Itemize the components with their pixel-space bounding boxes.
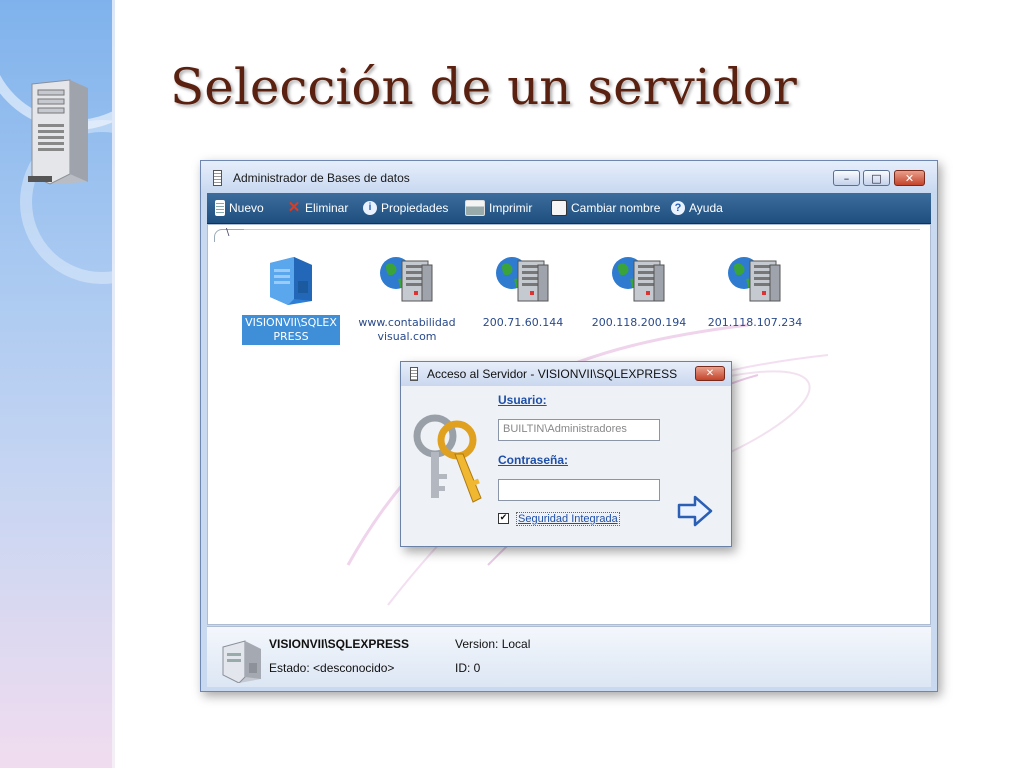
close-button[interactable]: ✕	[894, 170, 925, 186]
print-icon	[465, 200, 485, 216]
properties-icon: i	[363, 201, 377, 215]
network-server-icon	[496, 257, 549, 302]
server-label-line2: visual.com	[377, 330, 437, 343]
toolbar-help-button[interactable]: ? Ayuda	[671, 199, 723, 217]
server-label-line2: PRESS	[273, 330, 309, 343]
app-icon	[213, 170, 222, 186]
status-server-name: VISIONVII\SQLEXPRESS	[269, 637, 410, 651]
server-tower-icon	[28, 79, 88, 185]
keys-icon	[413, 414, 482, 503]
toolbar-label: Eliminar	[305, 201, 349, 215]
dialog-app-icon	[410, 367, 418, 381]
username-label: Usuario:	[498, 393, 547, 407]
local-server-icon	[270, 257, 312, 305]
integrated-security-checkbox[interactable]: ✔	[498, 513, 509, 524]
maximize-button[interactable]: □	[863, 170, 890, 186]
window-title: Administrador de Bases de datos	[233, 171, 410, 185]
selected-server-icon	[222, 640, 261, 683]
toolbar: Nuevo ✕ Eliminar i Propiedades Imprimir …	[207, 193, 931, 224]
server-item-201-118-107-234[interactable]: 201.118.107.234	[696, 253, 814, 331]
server-label: 200.118.200.194	[589, 315, 689, 331]
server-label: 200.71.60.144	[480, 315, 566, 331]
toolbar-new-button[interactable]: Nuevo	[215, 199, 264, 217]
new-db-icon	[215, 200, 225, 216]
network-server-icon	[612, 257, 665, 302]
server-item-contabilidad[interactable]: www.contabilidad visual.com	[348, 253, 466, 345]
username-field[interactable]: BUILTIN\Administradores	[498, 419, 660, 441]
toolbar-rename-button[interactable]: Cambiar nombre	[551, 199, 660, 217]
password-field[interactable]	[498, 479, 660, 501]
rename-icon	[551, 200, 567, 216]
minimize-button[interactable]: –	[833, 170, 860, 186]
server-label-line1: 201.118.107.234	[707, 316, 803, 329]
toolbar-label: Cambiar nombre	[571, 201, 661, 215]
server-label-line1: 200.118.200.194	[591, 316, 687, 329]
integrated-security-label[interactable]: Seguridad Integrada	[516, 512, 620, 526]
server-label-line1: 200.71.60.144	[482, 316, 564, 329]
slide-divider	[112, 0, 115, 768]
dialog-title: Acceso al Servidor - VISIONVII\SQLEXPRES…	[427, 367, 678, 381]
slide-title: Selección de un servidor	[170, 58, 797, 116]
password-label: Contraseña:	[498, 453, 569, 467]
server-item-visionvii-sqlexpress[interactable]: VISIONVII\SQLEX PRESS	[232, 253, 350, 345]
delete-icon: ✕	[287, 199, 301, 216]
server-label-line1: www.contabilidad	[358, 316, 456, 329]
window-titlebar[interactable]: Administrador de Bases de datos – □ ✕	[201, 161, 937, 193]
status-state: Estado: <desconocido>	[269, 661, 395, 675]
toolbar-print-button[interactable]: Imprimir	[465, 199, 532, 217]
help-icon: ?	[671, 201, 685, 215]
server-label: 201.118.107.234	[705, 315, 805, 331]
server-access-dialog: Acceso al Servidor - VISIONVII\SQLEXPRES…	[400, 361, 732, 547]
dialog-close-button[interactable]: ✕	[695, 366, 725, 381]
breadcrumb-divider	[244, 229, 920, 230]
server-label-line1: VISIONVII\SQLEX	[245, 316, 337, 329]
breadcrumb[interactable]: \	[226, 227, 229, 238]
toolbar-properties-button[interactable]: i Propiedades	[363, 199, 448, 217]
toolbar-label: Imprimir	[489, 201, 533, 215]
dialog-titlebar[interactable]: Acceso al Servidor - VISIONVII\SQLEXPRES…	[401, 362, 731, 386]
server-label: VISIONVII\SQLEX PRESS	[242, 315, 340, 345]
server-label: www.contabilidad visual.com	[355, 315, 458, 345]
toolbar-label: Nuevo	[229, 201, 264, 215]
toolbar-delete-button[interactable]: ✕ Eliminar	[287, 199, 349, 217]
breadcrumb-tab	[214, 229, 245, 242]
toolbar-label: Ayuda	[689, 201, 723, 215]
server-item-200-71-60-144[interactable]: 200.71.60.144	[464, 253, 582, 331]
status-bar: VISIONVII\SQLEXPRESS Estado: <desconocid…	[207, 626, 931, 687]
network-server-icon	[380, 257, 433, 302]
network-server-icon	[728, 257, 781, 302]
status-version: Version: Local	[455, 637, 531, 651]
server-item-200-118-200-194[interactable]: 200.118.200.194	[580, 253, 698, 331]
connect-arrow-icon[interactable]	[677, 495, 713, 527]
toolbar-label: Propiedades	[381, 201, 449, 215]
status-id: ID: 0	[455, 661, 481, 675]
